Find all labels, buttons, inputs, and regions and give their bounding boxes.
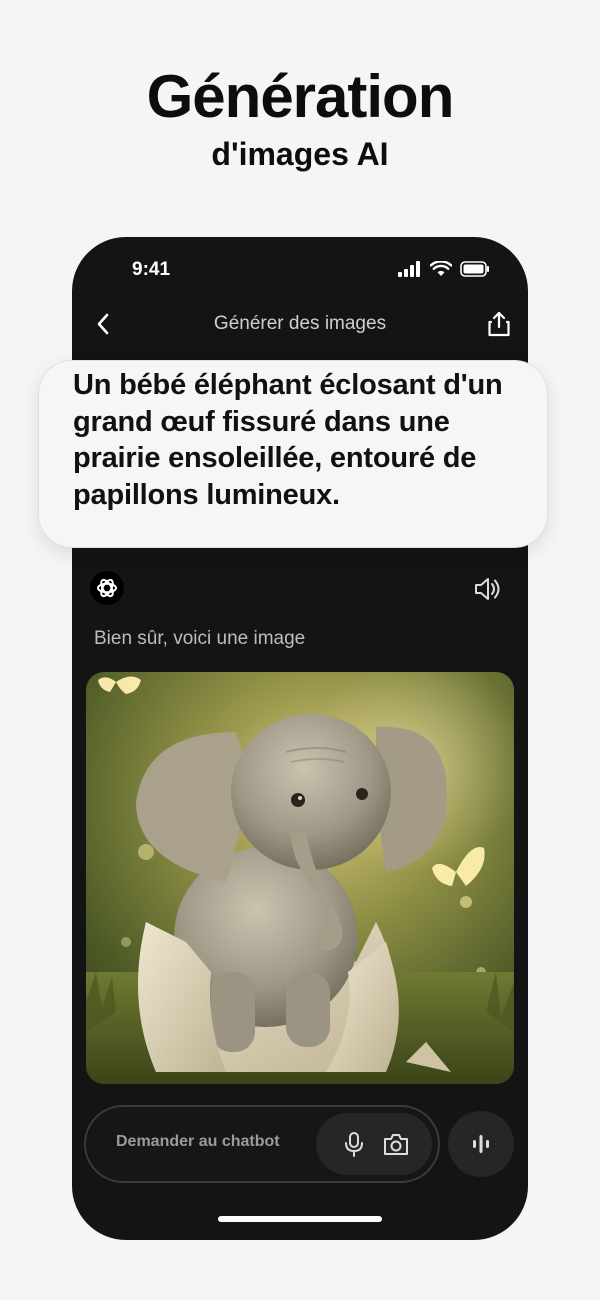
- chat-input-bar[interactable]: Demander au chatbot: [84, 1105, 440, 1183]
- input-actions: [316, 1113, 432, 1175]
- hero-title: Génération: [146, 63, 455, 130]
- chatbot-logo-icon: [90, 571, 124, 605]
- nav-title: Générer des images: [213, 313, 387, 334]
- status-icons: [398, 261, 490, 277]
- voice-wave-icon: [473, 1135, 489, 1153]
- generated-image[interactable]: [86, 672, 514, 1084]
- battery-icon: [460, 261, 489, 277]
- prompt-bubble: Un bébé éléphant éclosant d'un grand œuf…: [38, 360, 548, 548]
- home-indicator: [218, 1216, 382, 1222]
- voice-mode-button[interactable]: [448, 1111, 514, 1177]
- signal-icon: [398, 261, 420, 277]
- speaker-icon[interactable]: [472, 574, 502, 604]
- chat-input-placeholder[interactable]: Demander au chatbot: [116, 1133, 280, 1151]
- camera-icon[interactable]: [382, 1131, 410, 1157]
- prompt-text: Un bébé éléphant éclosant d'un grand œuf…: [73, 369, 503, 511]
- bot-reply-text: Bien sûr, voici une image: [94, 628, 306, 649]
- status-time: 9:41: [132, 259, 171, 280]
- microphone-icon[interactable]: [342, 1131, 366, 1157]
- hero-subtitle: d'images AI: [211, 136, 389, 172]
- wifi-icon: [430, 261, 452, 276]
- share-icon[interactable]: [486, 310, 512, 338]
